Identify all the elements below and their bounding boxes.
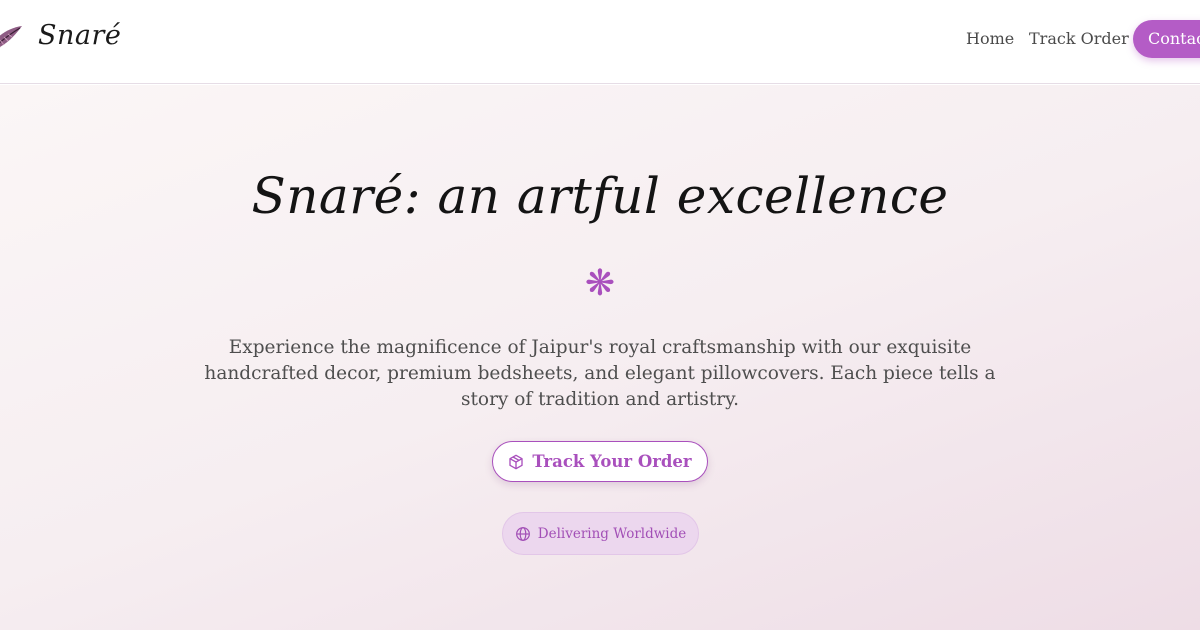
feather-logo-icon[interactable] [0,18,26,58]
brand-name[interactable]: Snaré [38,20,121,51]
hero-section: Snaré: an artful excellence ❋ Experience… [0,85,1200,630]
nav-track-order-link[interactable]: Track Order [1029,29,1129,48]
track-your-order-button[interactable]: Track Your Order [492,441,708,482]
ornament-asterisk: ❋ [584,263,616,304]
site-header: Snaré Home Track Order Contact [0,0,1200,84]
hero-description: Experience the magnificence of Jaipur's … [204,337,996,410]
globe-icon [515,526,531,542]
contact-button[interactable]: Contact [1133,20,1200,58]
track-your-order-label: Track Your Order [532,452,692,471]
package-icon [508,454,524,470]
delivering-worldwide-label: Delivering Worldwide [537,525,687,542]
delivering-worldwide-badge: Delivering Worldwide [502,512,699,555]
nav-home-link[interactable]: Home [966,29,1014,48]
hero-title: Snaré: an artful excellence [251,167,949,225]
